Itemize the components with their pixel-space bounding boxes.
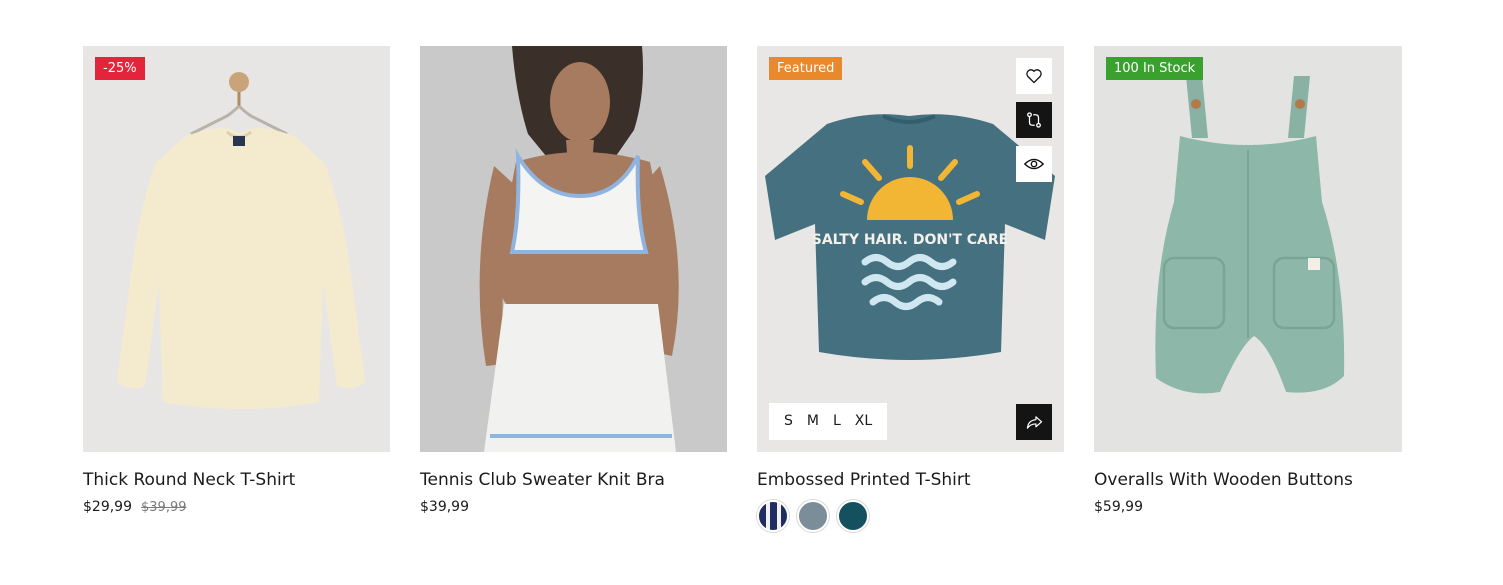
product-photo	[83, 46, 390, 452]
color-swatch-navy-stripe[interactable]	[757, 500, 789, 532]
price-row: $29,99 $39,99	[83, 498, 390, 517]
size-selector: S M L XL	[769, 403, 888, 440]
size-option-s[interactable]: S	[777, 403, 800, 440]
color-swatches	[757, 500, 1064, 532]
product-image[interactable]: 100 In Stock	[1094, 46, 1402, 452]
product-title[interactable]: Embossed Printed T-Shirt	[757, 469, 1064, 491]
wishlist-button[interactable]	[1016, 58, 1052, 94]
price-row: $59,99	[1094, 498, 1402, 516]
stock-badge: 100 In Stock	[1106, 57, 1204, 80]
product-title[interactable]: Overalls With Wooden Buttons	[1094, 469, 1402, 491]
eye-icon	[1024, 158, 1044, 170]
featured-badge: Featured	[769, 57, 843, 80]
sale-price: $29,99	[83, 499, 132, 515]
product-card[interactable]: 100 In Stock Overalls With Wooden Button…	[1094, 46, 1402, 516]
share-button[interactable]	[1016, 404, 1052, 440]
share-icon	[1026, 415, 1042, 429]
product-image[interactable]	[420, 46, 727, 452]
product-card[interactable]: Tennis Club Sweater Knit Bra $39,99	[420, 46, 727, 516]
product-card[interactable]: SALTY HAIR. DON'T CARE Featured S M L XL…	[757, 46, 1064, 532]
product-price: $39,99	[420, 499, 469, 515]
size-option-l[interactable]: L	[826, 403, 848, 440]
color-swatch-teal[interactable]	[837, 500, 869, 532]
color-swatch-gray[interactable]	[797, 500, 829, 532]
original-price: $39,99	[141, 500, 187, 515]
product-title[interactable]: Thick Round Neck T-Shirt	[83, 469, 390, 491]
compare-button[interactable]	[1016, 102, 1052, 138]
size-option-m[interactable]: M	[800, 403, 826, 440]
quick-view-button[interactable]	[1016, 146, 1052, 182]
product-photo	[1094, 46, 1401, 452]
product-title[interactable]: Tennis Club Sweater Knit Bra	[420, 469, 727, 491]
print-text: SALTY HAIR. DON'T CARE	[812, 232, 1008, 248]
product-card[interactable]: -25% Thick Round Neck T-Shirt $29,99 $39…	[83, 46, 390, 517]
size-option-xl[interactable]: XL	[848, 403, 879, 440]
product-image[interactable]: SALTY HAIR. DON'T CARE Featured S M L XL	[757, 46, 1064, 452]
compare-icon	[1027, 112, 1041, 128]
product-image[interactable]: -25%	[83, 46, 390, 452]
product-price: $59,99	[1094, 499, 1143, 515]
product-photo	[420, 46, 727, 452]
price-row: $39,99	[420, 498, 727, 516]
discount-badge: -25%	[95, 57, 145, 80]
heart-icon	[1026, 69, 1042, 84]
